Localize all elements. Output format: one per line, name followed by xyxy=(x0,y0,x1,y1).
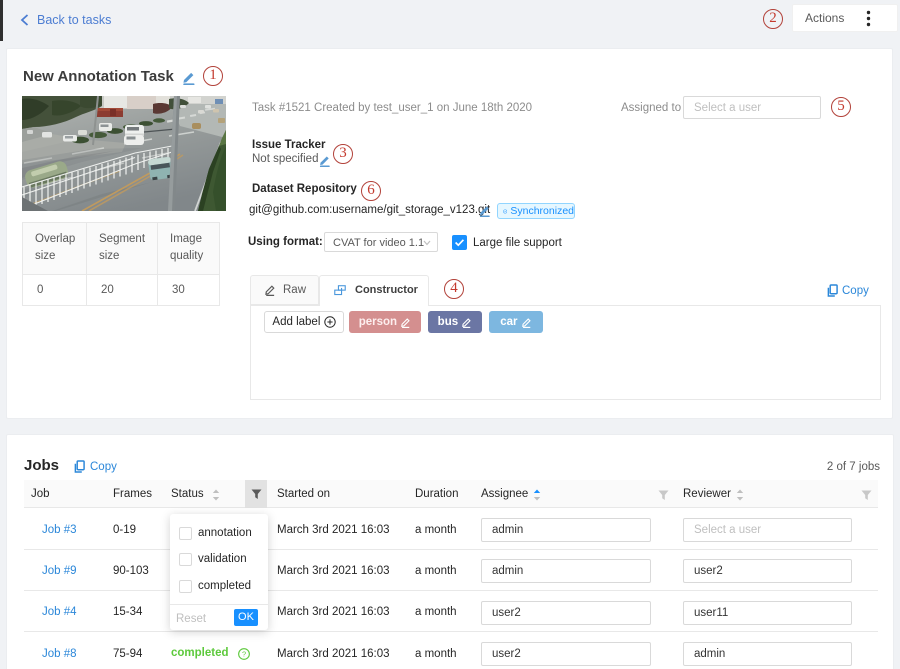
svg-text:?: ? xyxy=(242,650,246,659)
